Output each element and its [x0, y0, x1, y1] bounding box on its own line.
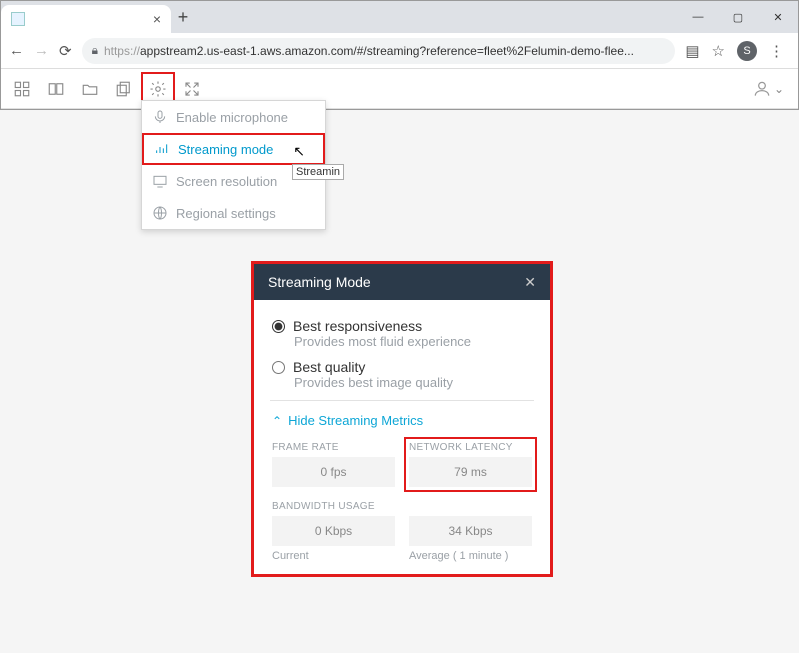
menu-streaming-mode[interactable]: Streaming mode ↖︎	[142, 133, 325, 165]
tab-favicon	[11, 12, 25, 26]
folder-icon[interactable]	[73, 72, 107, 106]
dialog-body: Best responsiveness Provides most fluid …	[254, 300, 550, 574]
radio-label: Best responsiveness	[293, 318, 422, 334]
dialog-close-icon[interactable]: ✕	[524, 274, 536, 291]
radio-best-responsiveness[interactable]: Best responsiveness	[272, 318, 532, 334]
menu-regional-settings[interactable]: Regional settings	[142, 197, 325, 229]
streaming-mode-dialog: Streaming Mode ✕ Best responsiveness Pro…	[251, 261, 553, 577]
hide-metrics-toggle[interactable]: Hide Streaming Metrics	[272, 413, 532, 428]
frame-rate-value: 0 fps	[272, 457, 395, 487]
radio-best-quality[interactable]: Best quality	[272, 359, 532, 375]
appstream-toolbar: ⌄	[1, 69, 798, 109]
radio-label: Best quality	[293, 359, 365, 375]
network-latency-label: NETWORK LATENCY	[409, 442, 532, 453]
browser-titlebar: × + — ▢ ✕	[1, 1, 798, 33]
star-icon[interactable]: ☆	[712, 42, 725, 60]
bandwidth-current-block: 0 Kbps	[272, 516, 395, 546]
radio-input[interactable]	[272, 361, 285, 374]
browser-tab[interactable]: ×	[1, 5, 171, 33]
site-lock-icon: 🔒︎	[92, 43, 98, 58]
bandwidth-sublabels: Current Average ( 1 minute )	[272, 550, 532, 562]
bandwidth-average-value: 34 Kbps	[409, 516, 532, 546]
user-menu[interactable]: ⌄	[752, 79, 794, 99]
forward-button[interactable]: →	[34, 42, 49, 59]
url-field[interactable]: 🔒︎ https://appstream2.us-east-1.aws.amaz…	[82, 38, 676, 64]
reader-icon[interactable]: ▤	[685, 42, 699, 60]
cursor-pointer-icon: ↖︎	[293, 143, 305, 160]
radio-input[interactable]	[272, 320, 285, 333]
clipboard-icon[interactable]	[107, 72, 141, 106]
close-window-button[interactable]: ✕	[758, 1, 798, 33]
back-button[interactable]: ←	[9, 42, 24, 59]
catalog-icon[interactable]	[5, 72, 39, 106]
chrome-actions: ▤ ☆ S ⋮	[685, 41, 790, 61]
tooltip: Streamin	[292, 164, 344, 180]
bandwidth-label: BANDWIDTH USAGE	[272, 501, 532, 512]
menu-label: Enable microphone	[176, 110, 288, 125]
new-tab-button[interactable]: +	[171, 1, 195, 33]
radio-sub: Provides best image quality	[294, 375, 532, 390]
divider	[270, 400, 534, 401]
network-latency-block: NETWORK LATENCY 79 ms	[409, 442, 532, 487]
profile-avatar[interactable]: S	[737, 41, 757, 61]
frame-rate-label: FRAME RATE	[272, 442, 395, 453]
metrics-row-1: FRAME RATE 0 fps NETWORK LATENCY 79 ms	[272, 442, 532, 487]
address-bar: ← → ⟳ 🔒︎ https://appstream2.us-east-1.aw…	[1, 33, 798, 69]
menu-enable-microphone[interactable]: Enable microphone	[142, 101, 325, 133]
bandwidth-current-value: 0 Kbps	[272, 516, 395, 546]
radio-sub: Provides most fluid experience	[294, 334, 532, 349]
bandwidth-current-label: Current	[272, 550, 395, 562]
reload-button[interactable]: ⟳	[59, 42, 72, 60]
network-latency-value: 79 ms	[409, 457, 532, 487]
menu-label: Regional settings	[176, 206, 276, 221]
maximize-button[interactable]: ▢	[718, 1, 758, 33]
tab-close-icon[interactable]: ×	[153, 11, 161, 27]
bandwidth-average-label: Average ( 1 minute )	[409, 550, 532, 562]
url-text: appstream2.us-east-1.aws.amazon.com/#/st…	[140, 44, 634, 58]
windows-icon[interactable]	[39, 72, 73, 106]
metrics-row-2: 0 Kbps 34 Kbps	[272, 516, 532, 546]
dialog-header: Streaming Mode ✕	[254, 264, 550, 300]
bandwidth-average-block: 34 Kbps	[409, 516, 532, 546]
browser-window: × + — ▢ ✕ ← → ⟳ 🔒︎ https://appstream2.us…	[0, 0, 799, 110]
menu-label: Streaming mode	[178, 142, 273, 157]
dialog-title: Streaming Mode	[268, 274, 371, 290]
window-controls: — ▢ ✕	[678, 1, 798, 33]
chrome-menu-icon[interactable]: ⋮	[769, 42, 784, 60]
minimize-button[interactable]: —	[678, 1, 718, 33]
frame-rate-block: FRAME RATE 0 fps	[272, 442, 395, 487]
url-scheme: https://	[104, 44, 140, 58]
menu-label: Screen resolution	[176, 174, 277, 189]
